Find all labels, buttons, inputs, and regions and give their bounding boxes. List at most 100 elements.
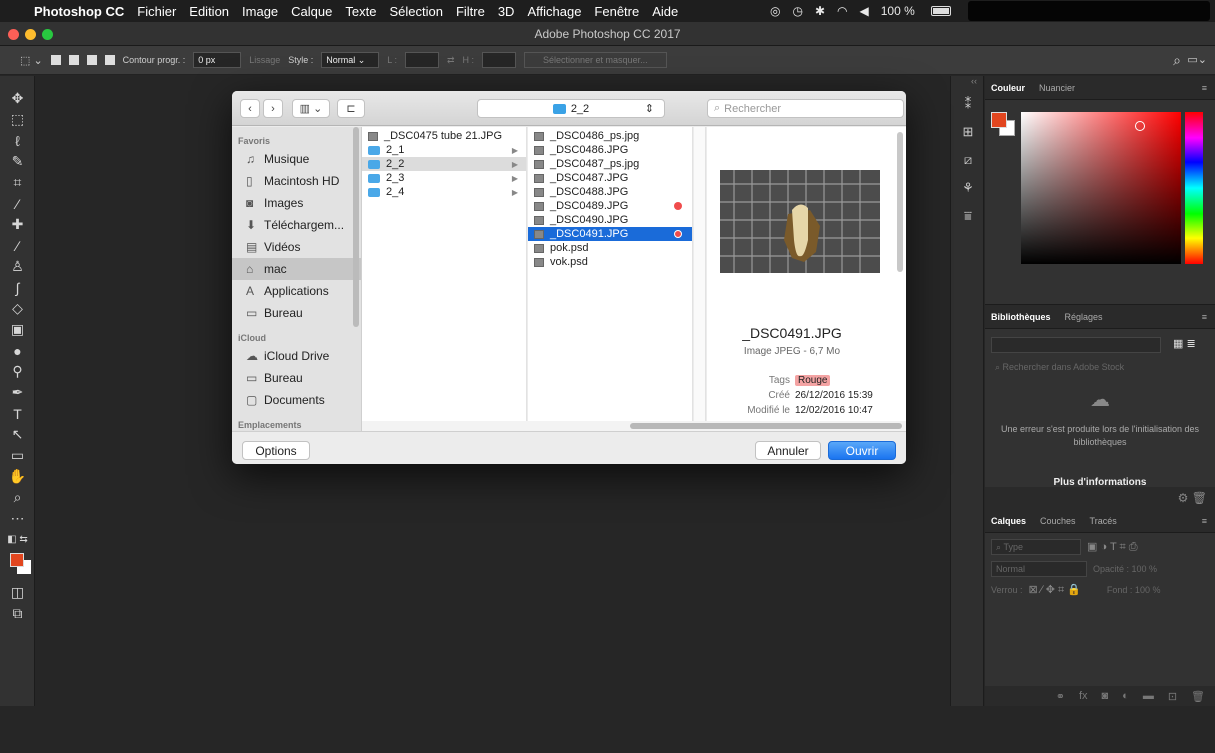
marquee-tool-icon[interactable]: ⬚	[0, 109, 35, 130]
file-row[interactable]: _DSC0489.JPG	[528, 199, 692, 213]
view-mode-button[interactable]: ▥ ⌄	[292, 99, 330, 118]
shape-tool-icon[interactable]: ▭	[0, 445, 35, 466]
menu-fenetre[interactable]: Fenêtre	[594, 4, 639, 19]
lasso-tool-icon[interactable]: ℓ	[0, 130, 35, 151]
panel-menu-icon[interactable]: ≡	[1202, 312, 1207, 322]
panel-menu-icon[interactable]: ≡	[1202, 516, 1207, 526]
cancel-button[interactable]: Annuler	[755, 441, 821, 460]
menu-texte[interactable]: Texte	[345, 4, 376, 19]
marquee-preset-icon[interactable]: ⬚ ⌄	[20, 54, 43, 67]
mask-icon[interactable]: ◙	[1102, 690, 1109, 702]
hue-slider[interactable]	[1185, 112, 1203, 264]
sidebar-item[interactable]: ▤ Vidéos	[232, 236, 361, 258]
adjustments-panel-icon[interactable]: ⧄	[951, 146, 985, 174]
sidebar-item[interactable]: ▯ Macintosh HD	[232, 170, 361, 192]
sidebar-item[interactable]: ◙ Images	[232, 192, 361, 214]
fill-field[interactable]: Fond : 100 %	[1107, 585, 1161, 595]
dodge-tool-icon[interactable]: ⚲	[0, 361, 35, 382]
more-tools-icon[interactable]: ⋯	[0, 508, 35, 529]
tab-couches[interactable]: Couches	[1040, 516, 1076, 526]
sidebar-item[interactable]: A Applications	[232, 280, 361, 302]
width-input[interactable]	[404, 52, 439, 68]
feather-input[interactable]: 0 px	[193, 52, 242, 68]
open-button[interactable]: Ouvrir	[828, 441, 896, 460]
minimize-window-button[interactable]	[25, 29, 36, 40]
bluetooth-icon[interactable]: ✱	[815, 4, 825, 18]
history-brush-tool-icon[interactable]: ∫	[0, 277, 35, 298]
path-popup[interactable]: 2_2 ⇕	[477, 99, 665, 118]
menu-calque[interactable]: Calque	[291, 4, 332, 19]
history-panel-icon[interactable]: ⁑	[951, 90, 985, 118]
intersect-selection-icon[interactable]	[104, 55, 115, 65]
screen-mode-icon[interactable]: ⧉	[0, 603, 35, 624]
add-selection-icon[interactable]	[68, 55, 79, 65]
brush-tool-icon[interactable]: ∕	[0, 235, 35, 256]
folder-row[interactable]: 2_4 ▶	[362, 185, 526, 199]
new-layer-icon[interactable]: ⊡	[1168, 690, 1177, 703]
file-row[interactable]: _DSC0487.JPG	[528, 171, 692, 185]
opacity-field[interactable]: Opacité : 100 %	[1093, 564, 1157, 574]
swap-colors-icon[interactable]: ◧ ⇆	[0, 529, 35, 550]
grid-view-icon[interactable]: ▦ ≣	[1173, 337, 1196, 350]
tab-couleur[interactable]: Couleur	[991, 83, 1025, 93]
quick-select-tool-icon[interactable]: ✎	[0, 151, 35, 172]
move-tool-icon[interactable]: ✥	[0, 88, 35, 109]
menu-selection[interactable]: Sélection	[389, 4, 442, 19]
tab-reglages[interactable]: Réglages	[1065, 312, 1103, 322]
volume-icon[interactable]: ◀	[860, 4, 869, 18]
menu-affichage[interactable]: Affichage	[527, 4, 581, 19]
color-picker-ring[interactable]	[1135, 121, 1145, 131]
sidebar-item[interactable]: ▢ Documents	[232, 389, 361, 411]
folder-row[interactable]: 2_2 ▶	[362, 157, 526, 171]
scrollbar-thumb[interactable]	[630, 423, 902, 429]
options-button[interactable]: Options	[242, 441, 310, 460]
blur-tool-icon[interactable]: ●	[0, 340, 35, 361]
layer-filter-select[interactable]: ⌕ Type	[991, 539, 1081, 555]
panel-menu-icon[interactable]: ≡	[1202, 83, 1207, 93]
folder-row[interactable]: 2_1 ▶	[362, 143, 526, 157]
file-row[interactable]: _DSC0486.JPG	[528, 143, 692, 157]
swap-icon[interactable]: ⇄	[447, 55, 455, 66]
hand-tool-icon[interactable]: ✋	[0, 466, 35, 487]
trash-icon[interactable]: 🗑	[1192, 491, 1207, 505]
search-icon[interactable]: ⌕	[1173, 52, 1181, 69]
cloud-sync-icon[interactable]: ⚙	[1178, 491, 1189, 505]
zoom-window-button[interactable]	[42, 29, 53, 40]
style-select[interactable]: Normal ⌄	[321, 52, 380, 68]
sidebar-item[interactable]: ☁ iCloud Drive	[232, 345, 361, 367]
height-input[interactable]	[482, 52, 517, 68]
menu-aide[interactable]: Aide	[652, 4, 678, 19]
dock-collapse-icon[interactable]: ‹‹	[951, 76, 983, 90]
color-field[interactable]	[1021, 112, 1181, 264]
color-swatches[interactable]	[0, 550, 35, 582]
stock-search-input[interactable]: ⌕ Rechercher dans Adobe Stock	[991, 359, 1209, 375]
file-row[interactable]: _DSC0475 tube 21.JPG	[362, 129, 526, 143]
sidebar-scrollbar[interactable]	[353, 127, 359, 327]
new-folder-button[interactable]: ⊏	[337, 99, 365, 118]
sidebar-item[interactable]: ▭ Bureau	[232, 302, 361, 324]
character-panel-icon[interactable]: ⩸	[951, 202, 985, 230]
library-select[interactable]	[991, 337, 1161, 353]
path-select-tool-icon[interactable]: ↖	[0, 424, 35, 445]
sidebar-item[interactable]: ⬇ Téléchargem...	[232, 214, 361, 236]
menu-fichier[interactable]: Fichier	[137, 4, 176, 19]
close-window-button[interactable]	[8, 29, 19, 40]
brush-panel-icon[interactable]: ⚘	[951, 174, 985, 202]
antialias-checkbox[interactable]: Lissage	[249, 55, 280, 65]
pen-tool-icon[interactable]: ✒	[0, 382, 35, 403]
eraser-tool-icon[interactable]: ◇	[0, 298, 35, 319]
tab-traces[interactable]: Tracés	[1090, 516, 1117, 526]
zoom-tool-icon[interactable]: ⌕	[0, 487, 35, 508]
folder-row[interactable]: 2_3 ▶	[362, 171, 526, 185]
crop-tool-icon[interactable]: ⌗	[0, 172, 35, 193]
eyedropper-tool-icon[interactable]: ⁄	[0, 193, 35, 214]
quick-mask-icon[interactable]: ◫	[0, 582, 35, 603]
select-mask-button[interactable]: Sélectionner et masquer...	[524, 52, 667, 68]
menu-3d[interactable]: 3D	[498, 4, 515, 19]
file-row[interactable]: _DSC0491.JPG	[528, 227, 692, 241]
properties-panel-icon[interactable]: ⊞	[951, 118, 985, 146]
color-foreground-swatch[interactable]	[991, 112, 1007, 128]
delete-layer-icon[interactable]: 🗑	[1191, 690, 1205, 703]
file-row[interactable]: vok.psd	[528, 255, 692, 269]
time-machine-icon[interactable]: ◷	[792, 4, 802, 18]
